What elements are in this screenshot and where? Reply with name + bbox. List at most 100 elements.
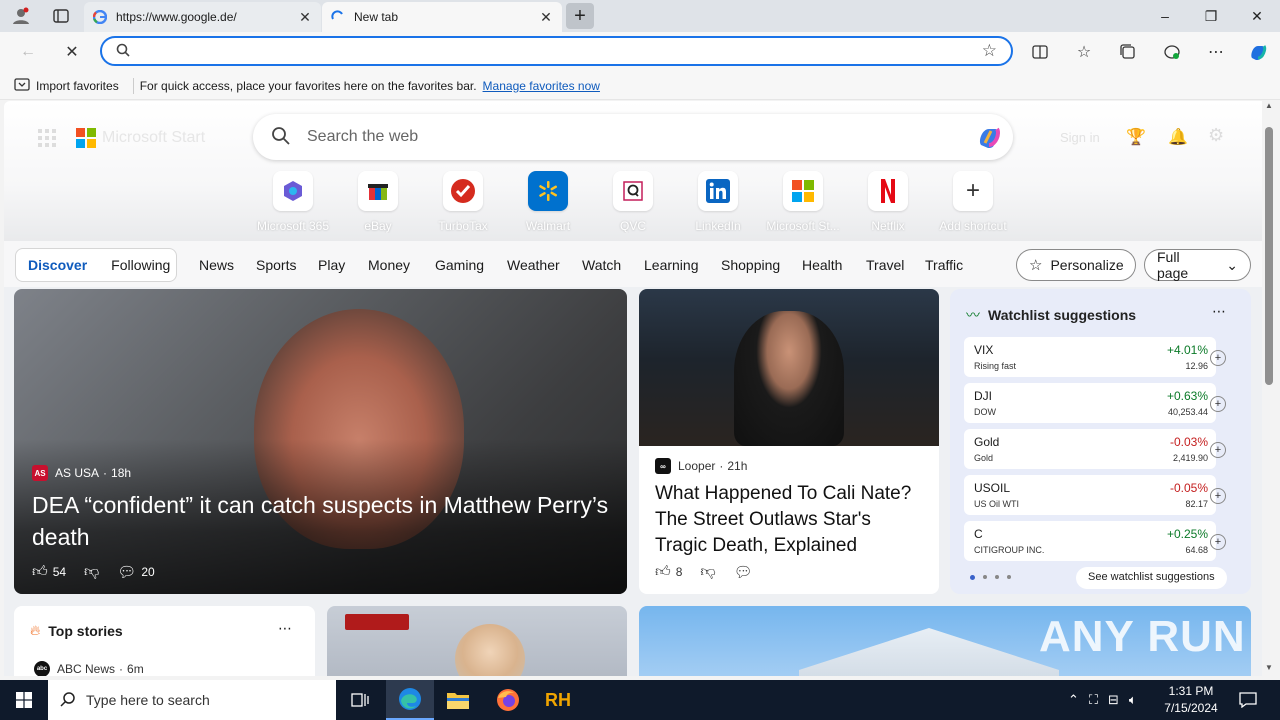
category-travel[interactable]: Travel (866, 257, 904, 273)
chevron-up-icon[interactable]: ⌃ (1068, 692, 1079, 708)
tab-actions-icon[interactable] (48, 4, 74, 28)
carousel-dot[interactable] (1007, 575, 1011, 579)
category-traffic[interactable]: Traffic (925, 257, 963, 273)
category-news[interactable]: News (199, 257, 234, 273)
notifications-icon[interactable]: 🔔 (1168, 127, 1188, 147)
meet-now-icon[interactable]: ⛶ (1089, 692, 1098, 708)
category-weather[interactable]: Weather (507, 257, 560, 273)
carousel-dot[interactable] (995, 575, 999, 579)
category-watch[interactable]: Watch (582, 257, 621, 273)
dislike-icon[interactable]: 👎︎ (84, 563, 99, 581)
app-launcher-icon[interactable] (38, 129, 56, 147)
task-view-icon[interactable] (336, 680, 384, 720)
see-watchlist-button[interactable]: See watchlist suggestions (1076, 567, 1227, 589)
category-play[interactable]: Play (318, 257, 345, 273)
profile-icon[interactable] (8, 4, 34, 28)
news-video-card[interactable] (327, 606, 627, 676)
like-icon[interactable]: 👍︎ (655, 563, 671, 581)
rewards-icon[interactable]: 🏆 (1126, 127, 1146, 147)
shortcut-microsoft-store[interactable]: Microsoft St... (760, 171, 846, 233)
manage-favorites-link[interactable]: Manage favorites now (483, 79, 600, 93)
edge-taskbar-icon[interactable] (386, 680, 434, 720)
watchlist-row[interactable]: USOIL US Oil WTI -0.05% 82.17 (964, 475, 1216, 515)
notification-center-icon[interactable] (1228, 680, 1268, 720)
scroll-down-icon[interactable]: ▼ (1262, 663, 1276, 672)
watchlist-row[interactable]: DJI DOW +0.63% 40,253.44 (964, 383, 1216, 423)
sign-in-button[interactable]: Sign in (1060, 130, 1100, 145)
dislike-icon[interactable]: 👎︎ (700, 563, 715, 581)
collections-icon[interactable] (1112, 36, 1144, 68)
tab-discover[interactable]: Discover (16, 257, 99, 273)
add-to-watchlist-icon[interactable]: + (1210, 396, 1226, 412)
category-gaming[interactable]: Gaming (435, 257, 484, 273)
back-icon[interactable]: ← (12, 36, 44, 68)
address-bar[interactable]: ☆ (100, 36, 1013, 66)
like-icon[interactable]: 👍︎ (32, 563, 48, 581)
comment-icon[interactable]: 💬︎ (734, 563, 753, 581)
tab-google[interactable]: https://www.google.de/ ✕ (84, 2, 321, 32)
close-tab-icon[interactable]: ✕ (538, 9, 554, 26)
category-money[interactable]: Money (368, 257, 410, 273)
layout-dropdown[interactable]: Full page ⌄ (1144, 249, 1251, 281)
taskbar-search[interactable]: Type here to search (48, 680, 336, 720)
personalize-button[interactable]: ☆ Personalize (1016, 249, 1136, 281)
scrollbar[interactable]: ▲ ▼ (1262, 101, 1276, 676)
stop-loading-icon[interactable]: ✕ (56, 36, 88, 68)
network-icon[interactable]: ⊟ (1108, 692, 1119, 708)
comment-icon[interactable]: 💬︎ (117, 563, 136, 581)
copilot-icon[interactable] (975, 123, 1003, 151)
clock[interactable]: 1:31 PM 7/15/2024 (1160, 683, 1222, 717)
settings-icon[interactable]: ⚙ (1208, 125, 1224, 146)
second-story-card[interactable]: ∞ Looper · 21h What Happened To Cali Nat… (639, 289, 939, 594)
firefox-icon[interactable] (484, 680, 532, 720)
shortcut-add[interactable]: + Add shortcut (930, 171, 1016, 233)
shortcut-ebay[interactable]: eBay (335, 171, 421, 233)
new-tab-button[interactable]: + (566, 3, 594, 29)
close-window-button[interactable]: ✕ (1234, 0, 1280, 32)
story-headline[interactable]: What Happened To Cali Nate? The Street O… (655, 481, 927, 559)
category-health[interactable]: Health (802, 257, 842, 273)
carousel-dot[interactable] (970, 575, 975, 580)
category-shopping[interactable]: Shopping (721, 257, 780, 273)
shortcut-linkedin[interactable]: LinkedIn (675, 171, 761, 233)
split-screen-icon[interactable] (1024, 36, 1056, 68)
favorite-star-icon[interactable]: ☆ (982, 41, 997, 61)
browser-essentials-icon[interactable] (1156, 36, 1188, 68)
more-icon[interactable]: ⋯ (1212, 303, 1226, 320)
rh-app-icon[interactable]: RH (534, 680, 582, 720)
add-to-watchlist-icon[interactable]: + (1210, 534, 1226, 550)
import-favorites-button[interactable]: Import favorites (36, 79, 119, 93)
shortcut-qvc[interactable]: QVC (590, 171, 676, 233)
shortcut-netflix[interactable]: Netflix (845, 171, 931, 233)
scroll-up-icon[interactable]: ▲ (1262, 101, 1276, 115)
add-to-watchlist-icon[interactable]: + (1210, 350, 1226, 366)
copilot-icon[interactable] (1242, 36, 1274, 68)
windows-start-icon[interactable] (0, 680, 48, 720)
add-to-watchlist-icon[interactable]: + (1210, 442, 1226, 458)
favorites-icon[interactable]: ☆ (1068, 36, 1100, 68)
scrollbar-thumb[interactable] (1265, 127, 1273, 385)
web-search-box[interactable]: Search the web (253, 114, 1013, 160)
shortcut-walmart[interactable]: Walmart (505, 171, 591, 233)
carousel-dot[interactable] (983, 575, 987, 579)
tab-following[interactable]: Following (99, 257, 182, 273)
volume-icon[interactable]: 🔈︎ (1129, 692, 1137, 708)
minimize-button[interactable]: – (1142, 0, 1188, 32)
category-sports[interactable]: Sports (256, 257, 296, 273)
main-story-card[interactable]: AS AS USA · 18h DEA “confident” it can c… (14, 289, 627, 594)
file-explorer-icon[interactable] (434, 680, 482, 720)
more-options-icon[interactable]: ⋯ (1200, 36, 1232, 68)
category-learning[interactable]: Learning (644, 257, 699, 273)
watchlist-row[interactable]: Gold Gold -0.03% 2,419.90 (964, 429, 1216, 469)
restore-button[interactable]: ❐ (1188, 0, 1234, 32)
shortcut-turbotax[interactable]: TurboTax (420, 171, 506, 233)
tab-new-tab[interactable]: New tab ✕ (322, 2, 562, 32)
address-input[interactable] (140, 43, 982, 59)
building-image-card[interactable]: ANY RUN (639, 606, 1251, 676)
story-headline[interactable]: DEA “confident” it can catch suspects in… (32, 489, 612, 553)
watchlist-row[interactable]: C CITIGROUP INC. +0.25% 64.68 (964, 521, 1216, 561)
microsoft-start-logo[interactable]: Microsoft Start (76, 128, 205, 148)
close-tab-icon[interactable]: ✕ (297, 9, 313, 26)
watchlist-row[interactable]: VIX Rising fast +4.01% 12.96 (964, 337, 1216, 377)
shortcut-microsoft-365[interactable]: Microsoft 365 (250, 171, 336, 233)
